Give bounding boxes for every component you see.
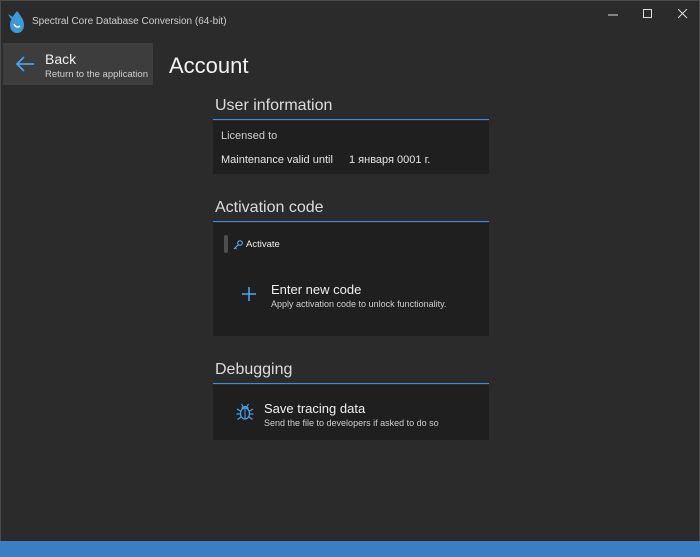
window-title: Spectral Core Database Conversion (64-bi… (32, 16, 227, 27)
save-tracing-data-subtitle: Send the file to developers if asked to … (264, 418, 439, 428)
enter-new-code-button[interactable]: Enter new code Apply activation code to … (237, 279, 477, 315)
save-tracing-data-title: Save tracing data (264, 401, 366, 416)
maximize-button[interactable] (634, 5, 662, 23)
user-information-header: User information (213, 95, 489, 120)
enter-new-code-title: Enter new code (271, 282, 362, 297)
maintenance-label: Maintenance valid until (221, 154, 333, 166)
status-bar (0, 541, 700, 557)
app-window: Spectral Core Database Conversion (64-bi… (0, 0, 700, 557)
close-button[interactable] (669, 5, 697, 23)
bug-icon (236, 403, 254, 420)
user-information-panel: Licensed to Maintenance valid until 1 ян… (213, 121, 489, 174)
app-logo-icon (8, 11, 24, 33)
key-icon (233, 239, 243, 249)
plus-icon (242, 287, 256, 301)
page-title: Account (169, 53, 249, 78)
back-subtitle: Return to the application (45, 69, 148, 80)
maximize-icon (643, 9, 652, 18)
maintenance-value: 1 января 0001 г. (349, 154, 431, 166)
activation-code-panel: Activate Enter new code Apply activation… (213, 223, 489, 336)
back-arrow-icon (15, 56, 34, 72)
enter-new-code-subtitle: Apply activation code to unlock function… (271, 299, 447, 309)
close-icon (678, 9, 688, 19)
debugging-panel: Save tracing data Send the file to devel… (213, 385, 489, 440)
activate-label: Activate (246, 239, 280, 250)
back-title: Back (45, 51, 77, 67)
title-bar: Spectral Core Database Conversion (64-bi… (1, 1, 699, 41)
licensed-to-label: Licensed to (221, 130, 278, 142)
activate-indicator (224, 235, 228, 253)
activation-code-header: Activation code (213, 197, 489, 222)
back-button[interactable]: Back Return to the application (3, 43, 153, 85)
debugging-header: Debugging (213, 359, 489, 384)
save-tracing-data-button[interactable]: Save tracing data Send the file to devel… (233, 398, 483, 430)
minimize-icon (608, 14, 618, 16)
activate-button[interactable]: Activate (233, 239, 280, 250)
minimize-button[interactable] (599, 5, 627, 23)
